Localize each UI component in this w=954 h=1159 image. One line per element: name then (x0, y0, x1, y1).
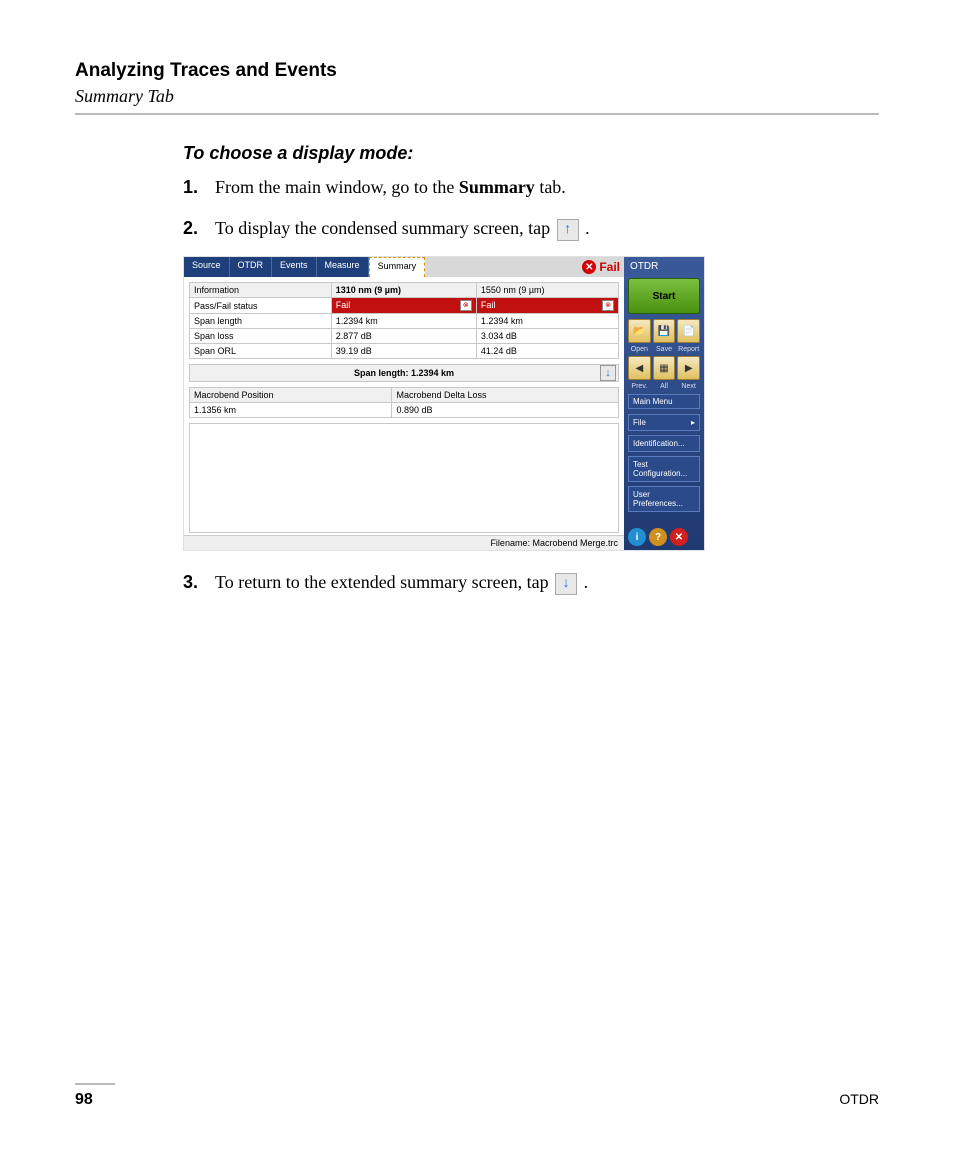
tab-bar: Source OTDR Events Measure Summary ✕ Fai… (184, 257, 624, 277)
all-button[interactable]: ▦ (653, 356, 676, 380)
span-length-bar: Span length: 1.2394 km ↓ (189, 364, 619, 382)
chevron-right-icon: ▸ (691, 418, 695, 427)
report-button[interactable]: 📄 (677, 319, 700, 343)
col-macro-pos: Macrobend Position (190, 388, 392, 403)
menu-file[interactable]: File▸ (628, 414, 700, 431)
open-label: Open (628, 346, 651, 353)
menu-test-config[interactable]: Test Configuration... (628, 456, 700, 482)
help-button[interactable]: ? (649, 528, 667, 546)
next-icon: ▶ (685, 363, 693, 374)
prev-label: Prev. (628, 383, 651, 390)
col-1310: 1310 nm (9 µm) (331, 283, 476, 298)
step-number: 3. (183, 569, 215, 596)
step-number: 2. (183, 215, 215, 242)
close-button[interactable]: ✕ (670, 528, 688, 546)
start-button[interactable]: Start (628, 278, 700, 314)
open-button[interactable]: 📂 (628, 319, 651, 343)
expand-down-icon[interactable]: ↓ (600, 365, 616, 381)
col-information: Information (190, 283, 332, 298)
table-row: Span length 1.2394 km 1.2394 km (190, 314, 619, 329)
disk-icon: 💾 (658, 326, 670, 337)
table-row: Span loss 2.877 dB 3.034 dB (190, 329, 619, 344)
page-number: 98 (75, 1091, 93, 1109)
col-macro-loss: Macrobend Delta Loss (392, 388, 619, 403)
step-number: 1. (183, 174, 215, 201)
folder-icon: 📂 (633, 326, 645, 337)
step-3: 3. To return to the extended summary scr… (183, 569, 879, 596)
collapse-up-icon[interactable]: ↑ (557, 219, 579, 241)
instruction-heading: To choose a display mode: (183, 143, 879, 164)
step-1: 1. From the main window, go to the Summa… (183, 174, 879, 201)
macrobend-table: Macrobend Position Macrobend Delta Loss … (189, 387, 619, 418)
tab-source[interactable]: Source (184, 257, 230, 277)
empty-area (189, 423, 619, 533)
status-icon: ⊗ (460, 300, 472, 311)
prev-icon: ◀ (635, 363, 643, 374)
table-row: Span ORL 39.19 dB 41.24 dB (190, 344, 619, 359)
header-rule (75, 113, 879, 115)
step-text: To display the condensed summary screen,… (215, 215, 879, 242)
save-button[interactable]: 💾 (653, 319, 676, 343)
tab-events[interactable]: Events (272, 257, 317, 277)
section-subtitle: Summary Tab (75, 86, 879, 107)
side-title: OTDR (626, 259, 702, 274)
menu-user-prefs[interactable]: User Preferences... (628, 486, 700, 512)
report-label: Report (677, 346, 700, 353)
fail-badge: ✕ Fail (582, 260, 620, 274)
table-row: Pass/Fail status Fail⊗ Fail⊗ (190, 298, 619, 314)
chapter-title: Analyzing Traces and Events (75, 60, 879, 82)
tab-measure[interactable]: Measure (317, 257, 369, 277)
menu-identification[interactable]: Identification... (628, 435, 700, 452)
tab-otdr[interactable]: OTDR (230, 257, 273, 277)
filename-label: Filename: Macrobend Merge.trc (184, 535, 624, 550)
table-row: 1.1356 km 0.890 dB (190, 403, 619, 418)
report-icon: 📄 (682, 326, 694, 337)
col-1550: 1550 nm (9 µm) (476, 283, 618, 298)
save-label: Save (653, 346, 676, 353)
step-text: From the main window, go to the Summary … (215, 174, 879, 201)
app-screenshot: Source OTDR Events Measure Summary ✕ Fai… (183, 256, 705, 551)
all-icon: ▦ (659, 363, 668, 374)
side-panel: OTDR Start 📂 💾 📄 Open Save Report ◀ (624, 257, 704, 550)
next-button[interactable]: ▶ (677, 356, 700, 380)
footer-rule (75, 1083, 115, 1085)
step-text: To return to the extended summary screen… (215, 569, 879, 596)
expand-down-icon[interactable]: ↓ (555, 573, 577, 595)
all-label: All (653, 383, 676, 390)
fail-x-icon: ✕ (582, 260, 596, 274)
info-table: Information 1310 nm (9 µm) 1550 nm (9 µm… (189, 282, 619, 359)
prev-button[interactable]: ◀ (628, 356, 651, 380)
step-2: 2. To display the condensed summary scre… (183, 215, 879, 242)
doc-name: OTDR (839, 1091, 879, 1109)
main-menu-header: Main Menu (628, 394, 700, 409)
page-footer: 98 OTDR (75, 1083, 879, 1109)
info-button[interactable]: i (628, 528, 646, 546)
tab-summary[interactable]: Summary (369, 257, 426, 277)
status-icon: ⊗ (602, 300, 614, 311)
next-label: Next (677, 383, 700, 390)
